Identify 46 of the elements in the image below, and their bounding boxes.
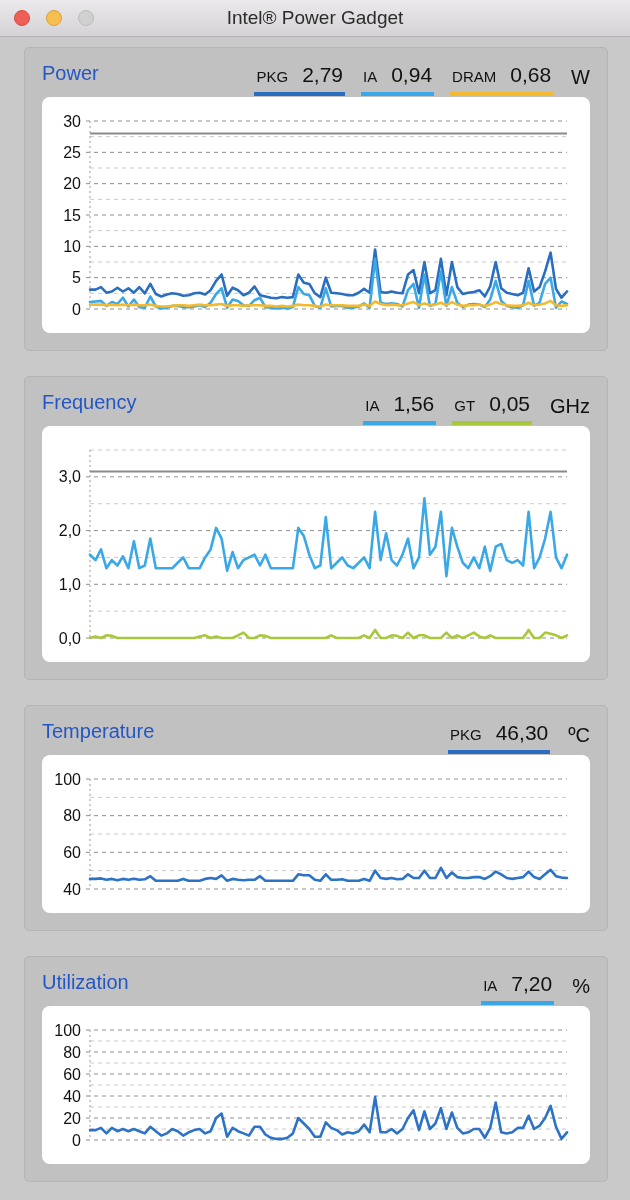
window-close-button[interactable]: [14, 10, 30, 26]
y-tick-label: 100: [54, 770, 81, 788]
y-tick-label: 5: [72, 269, 81, 287]
y-tick-label: 80: [63, 1043, 81, 1061]
unit-label: %: [572, 974, 590, 999]
y-tick-label: 15: [63, 206, 81, 224]
unit-label: ºC: [568, 723, 590, 748]
window-title: Intel® Power Gadget: [226, 7, 404, 29]
reading-value: 0,68: [510, 63, 552, 87]
y-tick-label: 0,0: [58, 629, 81, 647]
reading-value: 2,79: [302, 63, 343, 87]
y-tick-label: 100: [54, 1021, 81, 1039]
y-tick-label: 30: [63, 112, 81, 130]
series-label: IA: [483, 976, 498, 996]
series-label: PKG: [256, 67, 289, 87]
series-label: IA: [365, 396, 380, 416]
y-tick-label: 2,0: [58, 522, 81, 540]
panel-title: Frequency: [42, 390, 137, 414]
panel-title: Power: [42, 61, 99, 85]
series-label: IA: [363, 67, 378, 87]
series-label: DRAM: [452, 67, 497, 87]
y-tick-label: 0: [72, 300, 81, 318]
window-minimize-button[interactable]: [46, 10, 62, 26]
reading-value: 46,30: [495, 721, 549, 745]
reading-value: 7,20: [511, 972, 553, 996]
y-tick-label: 1,0: [58, 575, 81, 593]
reading-value: 0,05: [489, 392, 530, 416]
y-tick-label: 20: [63, 1109, 81, 1127]
y-tick-label: 40: [63, 880, 81, 898]
y-tick-label: 40: [63, 1087, 81, 1105]
reading-value: 1,56: [393, 392, 435, 416]
series-label: PKG: [450, 725, 482, 745]
y-tick-label: 10: [63, 237, 81, 255]
y-tick-label: 25: [63, 143, 81, 161]
series-label: GT: [454, 396, 476, 416]
y-tick-label: 60: [63, 1065, 81, 1083]
panel-title: Temperature: [42, 719, 155, 743]
panel-title: Utilization: [42, 970, 129, 994]
unit-label: GHz: [550, 394, 590, 419]
unit-label: W: [571, 65, 590, 90]
y-tick-label: 0: [72, 1131, 81, 1149]
y-tick-label: 80: [63, 807, 81, 825]
reading-value: 0,94: [391, 63, 433, 87]
y-tick-label: 3,0: [58, 468, 81, 486]
y-tick-label: 20: [63, 175, 81, 193]
y-tick-label: 60: [63, 843, 81, 861]
